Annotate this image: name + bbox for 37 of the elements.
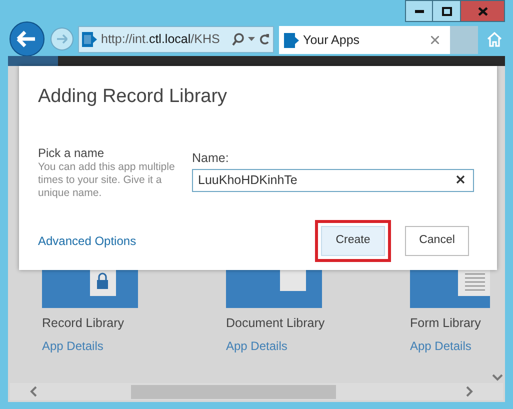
chevron-down-icon[interactable] (492, 374, 503, 381)
address-bar[interactable]: http://int.ctl.local/KHS (78, 26, 274, 52)
clear-icon[interactable] (456, 175, 465, 184)
app-tile-icon[interactable] (226, 270, 322, 308)
minimize-icon (414, 10, 424, 12)
address-text[interactable]: http://int.ctl.local/KHS (101, 30, 220, 48)
horizontal-scrollbar[interactable] (10, 383, 503, 400)
description-text: You can add this app multiple times to your site. Give it a unique name. (38, 160, 176, 200)
dialog-title: Adding Record Library (38, 85, 228, 109)
app-name: Form Library (410, 315, 481, 332)
sharepoint-icon (284, 32, 299, 48)
back-arrow-button[interactable] (9, 21, 45, 57)
suite-bar-tile (8, 56, 58, 66)
refresh-icon[interactable] (259, 33, 270, 45)
name-field[interactable]: LuuKhoHDKinhTe (192, 168, 474, 192)
scrollbar-thumb[interactable] (131, 384, 336, 398)
field-label: Name: (192, 150, 229, 166)
minimize-button[interactable] (405, 0, 433, 22)
caret-icon[interactable] (248, 37, 255, 41)
app-name: Record Library (42, 315, 124, 332)
sharepoint-icon (82, 32, 97, 46)
app-tile-icon[interactable] (42, 270, 138, 308)
section-title: Pick a name (38, 146, 104, 160)
advanced-options-link[interactable]: Advanced Options (38, 232, 136, 250)
close-icon[interactable] (431, 36, 439, 44)
close-icon (478, 6, 488, 16)
chevron-right-icon[interactable] (466, 386, 473, 397)
chevron-left-icon[interactable] (30, 386, 37, 397)
app-tile-icon[interactable] (410, 270, 490, 308)
search-icon[interactable] (232, 32, 244, 46)
app-name: Document Library (226, 315, 325, 332)
browser-tab[interactable]: Your Apps (279, 26, 450, 54)
close-button[interactable] (460, 0, 505, 22)
cancel-button[interactable]: Cancel (405, 226, 469, 256)
maximize-icon (442, 6, 452, 16)
maximize-button[interactable] (433, 0, 460, 22)
create-button[interactable]: Create (321, 226, 385, 256)
